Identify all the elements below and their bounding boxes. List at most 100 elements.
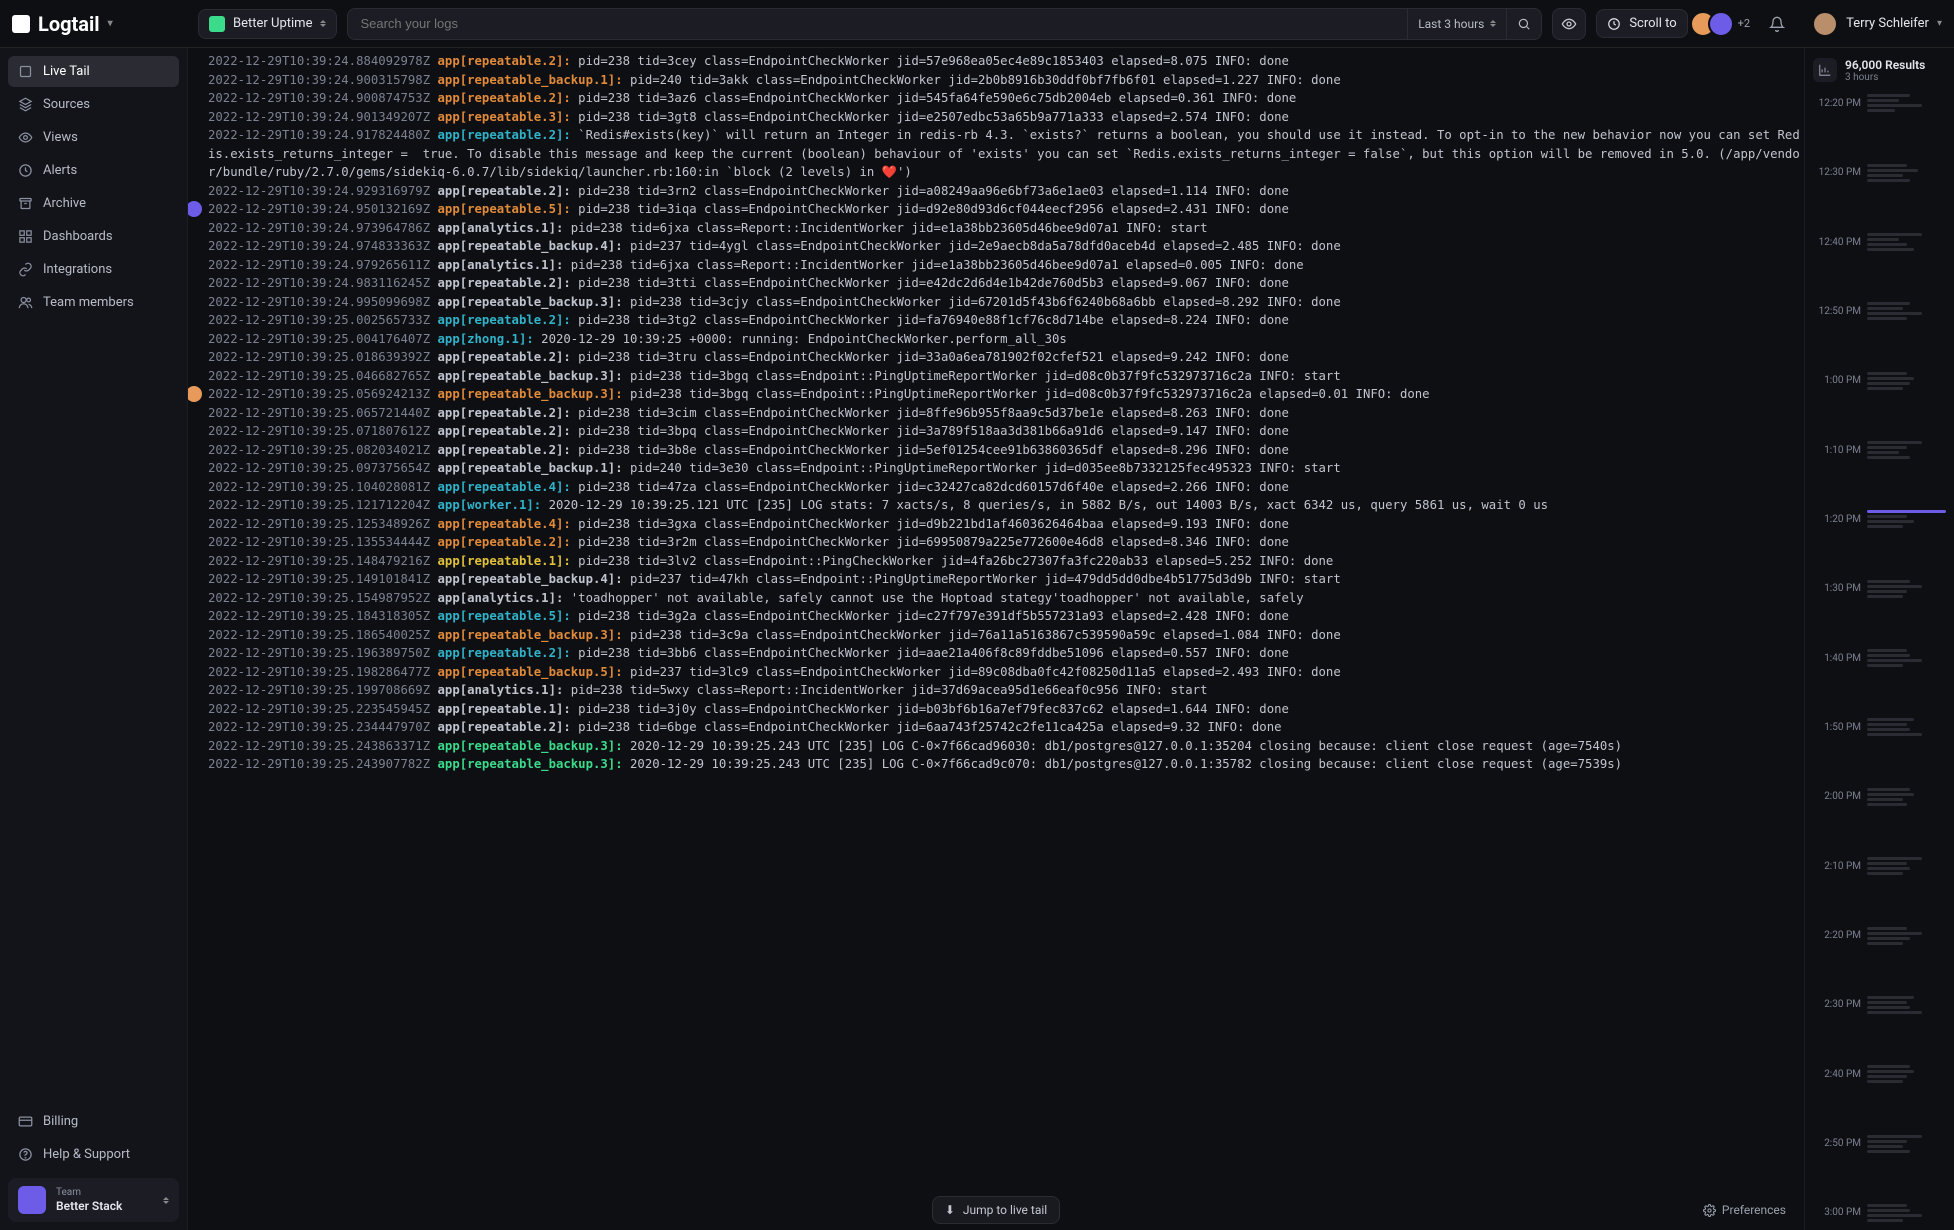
timeline-row[interactable]: 1:40 PM (1813, 647, 1946, 669)
log-line[interactable]: 2022-12-29T10:39:24.900874753Z app[repea… (208, 89, 1804, 108)
sidebar-item-archive[interactable]: Archive (8, 188, 179, 219)
search-button[interactable] (1506, 8, 1541, 40)
sidebar-item-billing[interactable]: Billing (8, 1106, 179, 1137)
log-line[interactable]: 2022-12-29T10:39:25.018639392Z app[repea… (208, 348, 1804, 367)
log-line[interactable]: 2022-12-29T10:39:24.917824480Z app[repea… (208, 126, 1804, 182)
sidebar-item-label: Views (43, 130, 78, 145)
log-line[interactable]: 2022-12-29T10:39:24.900315798Z app[repea… (208, 71, 1804, 90)
log-timestamp: 2022-12-29T10:39:25.082034021Z (208, 443, 430, 457)
timeline-row[interactable]: 2:40 PM (1813, 1063, 1946, 1085)
visibility-toggle[interactable] (1552, 8, 1586, 40)
service-selector[interactable]: Better Uptime (198, 9, 337, 39)
timeline-row[interactable]: 12:50 PM (1813, 300, 1946, 322)
log-line[interactable]: 2022-12-29T10:39:25.056924213Z app[repea… (208, 385, 1804, 404)
log-line[interactable]: 2022-12-29T10:39:25.243863371Z app[repea… (208, 737, 1804, 756)
log-line[interactable]: 2022-12-29T10:39:25.121712204Z app[worke… (208, 496, 1804, 515)
timeline-row[interactable]: 2:10 PM (1813, 855, 1946, 877)
log-body: pid=238 tid=3bb6 class=EndpointCheckWork… (571, 646, 1289, 660)
sidebar-item-integrations[interactable]: Integrations (8, 254, 179, 285)
log-line[interactable]: 2022-12-29T10:39:25.082034021Z app[repea… (208, 441, 1804, 460)
log-body: 2020-12-29 10:39:25.243 UTC [235] LOG C-… (623, 739, 1622, 753)
brand[interactable]: Logtail ▾ (12, 12, 188, 36)
log-line[interactable]: 2022-12-29T10:39:25.184318305Z app[repea… (208, 607, 1804, 626)
log-line[interactable]: 2022-12-29T10:39:25.198286477Z app[repea… (208, 663, 1804, 682)
log-timestamp: 2022-12-29T10:39:25.184318305Z (208, 609, 430, 623)
user-menu[interactable]: Terry Schleifer ▾ (1812, 11, 1942, 37)
log-line[interactable]: 2022-12-29T10:39:25.243907782Z app[repea… (208, 755, 1804, 774)
timeline-histogram[interactable]: 12:20 PM 12:30 PM 12:40 PM 12:50 PM 1:00 PM 1… (1813, 90, 1946, 1224)
log-line[interactable]: 2022-12-29T10:39:25.186540025Z app[repea… (208, 626, 1804, 645)
timeline-bars (1867, 649, 1946, 667)
sidebar-item-views[interactable]: Views (8, 122, 179, 153)
log-line[interactable]: 2022-12-29T10:39:24.884092978Z app[repea… (208, 52, 1804, 71)
log-line[interactable]: 2022-12-29T10:39:25.046682765Z app[repea… (208, 367, 1804, 386)
presence-avatars[interactable]: +2 (1698, 11, 1750, 37)
log-viewer[interactable]: 2022-12-29T10:39:24.884092978Z app[repea… (208, 52, 1804, 774)
log-line[interactable]: 2022-12-29T10:39:25.135534444Z app[repea… (208, 533, 1804, 552)
log-line[interactable]: 2022-12-29T10:39:25.071807612Z app[repea… (208, 422, 1804, 441)
search-input[interactable] (348, 16, 1407, 31)
log-line[interactable]: 2022-12-29T10:39:25.234447970Z app[repea… (208, 718, 1804, 737)
preferences-button[interactable]: Preferences (1703, 1203, 1786, 1217)
scroll-to-button[interactable]: Scroll to (1596, 9, 1687, 38)
jump-to-live-tail-button[interactable]: ⬇ Jump to live tail (932, 1196, 1060, 1224)
log-line[interactable]: 2022-12-29T10:39:25.097375654Z app[repea… (208, 459, 1804, 478)
timeline-row[interactable]: 2:00 PM (1813, 786, 1946, 808)
card-icon (18, 1114, 33, 1129)
timeline-row[interactable]: 12:20 PM (1813, 92, 1946, 114)
log-line[interactable]: 2022-12-29T10:39:25.196389750Z app[repea… (208, 644, 1804, 663)
log-line[interactable]: 2022-12-29T10:39:24.973964786Z app[analy… (208, 219, 1804, 238)
timeline-row[interactable]: 2:50 PM (1813, 1133, 1946, 1155)
log-line[interactable]: 2022-12-29T10:39:25.148479216Z app[repea… (208, 552, 1804, 571)
log-timestamp: 2022-12-29T10:39:25.002565733Z (208, 313, 430, 327)
sidebar-item-sources[interactable]: Sources (8, 89, 179, 120)
log-line[interactable]: 2022-12-29T10:39:25.002565733Z app[repea… (208, 311, 1804, 330)
log-line[interactable]: 2022-12-29T10:39:24.979265611Z app[analy… (208, 256, 1804, 275)
timeline-row[interactable]: 1:20 PM (1813, 508, 1946, 530)
log-line[interactable]: 2022-12-29T10:39:24.995099698Z app[repea… (208, 293, 1804, 312)
log-line[interactable]: 2022-12-29T10:39:25.125348926Z app[repea… (208, 515, 1804, 534)
log-line[interactable]: 2022-12-29T10:39:24.929316979Z app[repea… (208, 182, 1804, 201)
team-logo-icon (18, 1186, 46, 1214)
sidebar-item-live-tail[interactable]: Live Tail (8, 56, 179, 87)
log-line[interactable]: 2022-12-29T10:39:24.974833363Z app[repea… (208, 237, 1804, 256)
avatar-more-count: +2 (1738, 17, 1750, 30)
log-app: app[repeatable.2]: (438, 313, 571, 327)
notifications-button[interactable] (1760, 8, 1794, 40)
log-line[interactable]: 2022-12-29T10:39:25.154987952Z app[analy… (208, 589, 1804, 608)
timeline-row[interactable]: 1:30 PM (1813, 578, 1946, 600)
timeline-row[interactable]: 1:50 PM (1813, 716, 1946, 738)
log-body: pid=238 tid=3c9a class=EndpointCheckWork… (623, 628, 1341, 642)
timeline-row[interactable]: 3:00 PM (1813, 1202, 1946, 1224)
log-app: app[repeatable_backup.1]: (438, 73, 623, 87)
timeline-row[interactable]: 12:30 PM (1813, 162, 1946, 184)
log-line[interactable]: 2022-12-29T10:39:25.104028081Z app[repea… (208, 478, 1804, 497)
team-switcher[interactable]: Team Better Stack (8, 1178, 179, 1222)
log-app: app[worker.1]: (438, 498, 542, 512)
log-line[interactable]: 2022-12-29T10:39:24.901349207Z app[repea… (208, 108, 1804, 127)
log-body: 2020-12-29 10:39:25 +0000: running: Endp… (534, 332, 1067, 346)
log-line[interactable]: 2022-12-29T10:39:25.004176407Z app[zhong… (208, 330, 1804, 349)
sidebar-item-team-members[interactable]: Team members (8, 287, 179, 318)
log-line[interactable]: 2022-12-29T10:39:25.065721440Z app[repea… (208, 404, 1804, 423)
log-timestamp: 2022-12-29T10:39:24.973964786Z (208, 221, 430, 235)
help-icon (18, 1147, 33, 1162)
log-line[interactable]: 2022-12-29T10:39:25.149101841Z app[repea… (208, 570, 1804, 589)
log-line[interactable]: 2022-12-29T10:39:24.950132169Z app[repea… (208, 200, 1804, 219)
log-line[interactable]: 2022-12-29T10:39:25.199708669Z app[analy… (208, 681, 1804, 700)
chart-icon[interactable] (1813, 58, 1837, 82)
search-bar: Last 3 hours (347, 8, 1542, 40)
timeline-row[interactable]: 1:10 PM (1813, 439, 1946, 461)
log-body: pid=237 tid=4ygl class=EndpointCheckWork… (623, 239, 1341, 253)
timeline-row[interactable]: 2:30 PM (1813, 994, 1946, 1016)
sidebar-item-help-support[interactable]: Help & Support (8, 1139, 179, 1170)
timeline-row[interactable]: 2:20 PM (1813, 925, 1946, 947)
log-timestamp: 2022-12-29T10:39:25.154987952Z (208, 591, 430, 605)
sidebar-item-dashboards[interactable]: Dashboards (8, 221, 179, 252)
sidebar-item-alerts[interactable]: Alerts (8, 155, 179, 186)
log-line[interactable]: 2022-12-29T10:39:25.223545945Z app[repea… (208, 700, 1804, 719)
log-line[interactable]: 2022-12-29T10:39:24.983116245Z app[repea… (208, 274, 1804, 293)
timeline-row[interactable]: 12:40 PM (1813, 231, 1946, 253)
timeline-row[interactable]: 1:00 PM (1813, 370, 1946, 392)
time-range-selector[interactable]: Last 3 hours (1407, 8, 1506, 40)
